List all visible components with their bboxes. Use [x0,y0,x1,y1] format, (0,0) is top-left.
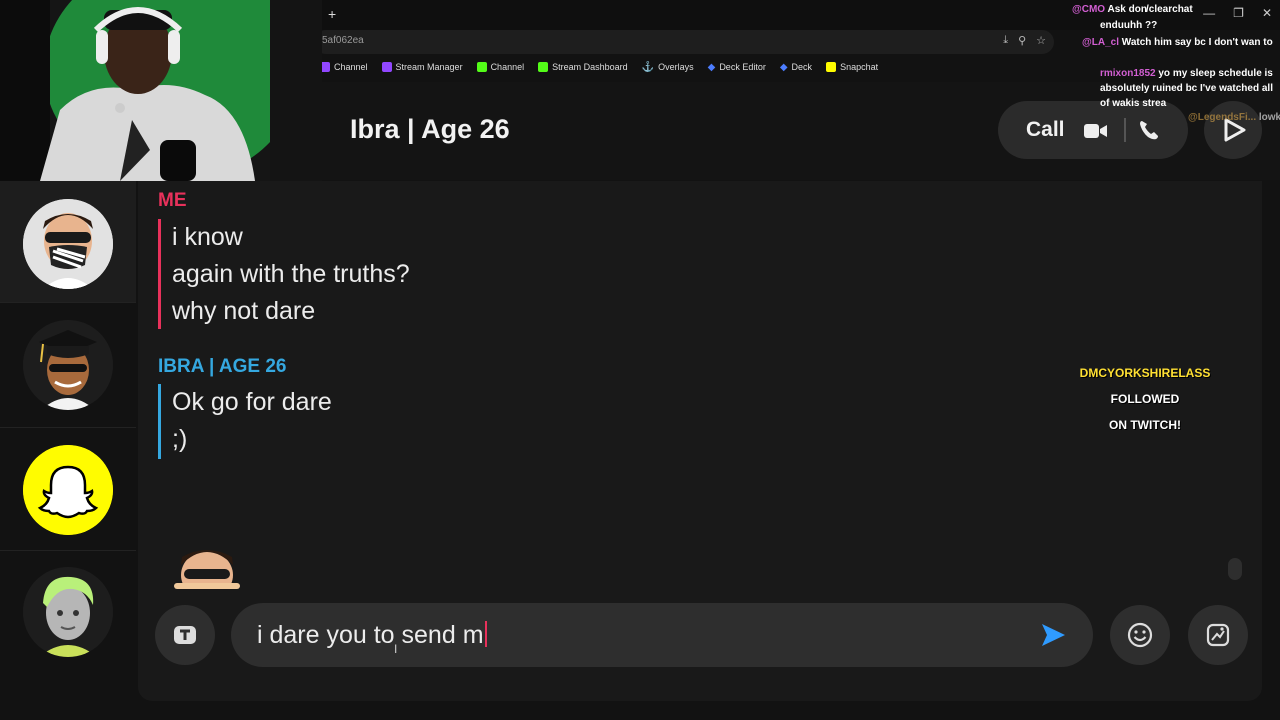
bookmark-stream-manager[interactable]: Stream Manager [381,62,463,72]
bookmark-snapchat[interactable]: Snapchat [826,62,878,72]
message-group-ibra: Ok go for dare ;) [158,384,332,459]
url-text[interactable]: 5af062ea [322,35,364,46]
bookmarks-bar: Channel Stream Manager Channel Stream Da… [314,56,878,78]
bitmoji-avatar [23,320,113,410]
sidebar-item-ibra[interactable] [0,306,136,428]
webcam-feed-image [0,0,322,181]
snapchat-icon [826,62,837,72]
stream-chat-line: /clearchat [1146,4,1193,15]
bitmoji-graduate-image [23,320,113,410]
bookmark-deck-editor[interactable]: ◆ Deck Editor [708,62,766,73]
stream-chat-user: @CMO [1072,4,1106,15]
send-icon[interactable] [1039,621,1067,649]
bookmark-stream-dashboard[interactable]: Stream Dashboard [538,62,628,72]
bitmoji-green-hair-image [23,567,113,657]
zoom-icon[interactable]: ⚲ [1018,34,1026,47]
deck-icon: ◆ [779,61,788,73]
bitmoji-masked-image [23,199,113,289]
chat-title: Ibra | Age 26 [350,114,510,144]
deck-icon: ◆ [707,61,716,73]
follow-alert-suffix: FOLLOWED [1110,392,1180,406]
bookmark-label: Overlays [658,62,694,72]
bookmark-label: Channel [334,62,368,72]
stream-chat-text: lowk it's f [1258,112,1280,123]
message-group-me: i know again with the truths? why not da… [158,219,410,329]
address-bar[interactable]: 5af062ea ⤓ ⚲ ☆ [314,30,1054,54]
bookmark-label: Stream Dashboard [552,62,628,72]
stream-chat-line: @LA_cl Watch him say bc I don't wan to [1082,36,1280,50]
bitmoji-avatar [23,567,113,657]
bookmark-label: Snapchat [840,62,879,72]
anchor-icon: ⚓ [641,61,655,73]
emoji-icon [1127,622,1153,648]
emoji-button[interactable] [1110,605,1170,665]
stream-chat-text: Ask don [1107,4,1147,15]
stream-chat-line: @LegendsFi... lowk it's f [1188,112,1280,123]
scrollbar-thumb[interactable] [1228,558,1242,580]
stream-chat-text: Watch him say bc I don't wan to [1121,37,1273,48]
friends-sidebar [0,181,136,676]
install-icon[interactable]: ⤓ [1003,34,1008,47]
sender-label-me: ME [158,190,187,211]
bookmark-overlays[interactable]: ⚓ Overlays [642,62,694,73]
chat-panel: ME i know again with the truths? why not… [138,181,1262,701]
snapchat-ghost-icon [23,445,113,535]
stream-chat-line: enduuhh ?? [1100,20,1157,31]
follow-alert-line2: ON TWITCH! [1109,418,1181,432]
follower-name: DMCYORKSHIRELASS [1079,366,1211,380]
text-tool-icon [174,626,196,644]
stream-chat-user: @LA_cl [1082,37,1119,48]
message-input-value: i dare you to send m [257,621,484,649]
sidebar-item-friend[interactable] [0,553,136,675]
chat-message[interactable]: i know [161,219,410,256]
bookmark-label: Channel [490,62,525,72]
bookmark-label: Deck [791,62,813,72]
stream-chat-overlay: @CMO Ask don /clearchat enduuhh ?? @LA_c… [1058,2,1280,132]
twitch-icon [381,62,392,72]
chat-message[interactable]: ;) [161,421,332,458]
bookmark-twitch-channel[interactable]: Channel [320,62,368,72]
stream-chat-text: /clearchat [1146,4,1193,15]
sticker-button[interactable] [1188,605,1248,665]
bookmark-kick-channel[interactable]: Channel [476,62,525,72]
kick-icon [538,62,549,72]
new-tab-button[interactable]: + [328,6,336,22]
follow-alert: DMCYORKSHIRELASS FOLLOWED ON TWITCH! [1050,360,1240,438]
typing-bitmoji-peek [174,550,240,589]
sidebar-item-me[interactable] [0,181,136,303]
text-caret [484,621,487,647]
snapchat-logo [23,445,113,535]
chat-message[interactable]: why not dare [161,293,410,330]
chat-message[interactable]: again with the truths? [161,256,410,293]
stream-chat-line: rmixon1852 yo my sleep schedule is absol… [1100,66,1280,111]
follow-alert-line1: DMCYORKSHIRELASS FOLLOWED [1050,360,1240,412]
stream-chat-text: enduuhh ?? [1100,20,1158,31]
bookmark-label: Deck Editor [719,62,766,72]
bookmark-label: Stream Manager [395,62,463,72]
text-cursor-icon: I [394,642,398,656]
bookmark-deck[interactable]: ◆ Deck [780,62,812,73]
streamer-webcam [0,0,322,181]
stream-chat-user: rmixon1852 [1100,68,1156,79]
kick-icon [476,62,487,72]
stream-chat-user: @LegendsFi... [1188,112,1257,123]
sidebar-item-snapchat[interactable] [0,429,136,551]
stream-chat-line: @CMO Ask don [1072,4,1147,15]
address-bar-icons: ⤓ ⚲ ☆ [1003,34,1046,47]
sticker-icon [1206,623,1230,647]
camera-button[interactable] [155,605,215,665]
chat-message[interactable]: Ok go for dare [161,384,332,421]
message-input[interactable]: i dare you to send m [231,603,1093,667]
bitmoji-avatar [23,199,113,289]
message-input-text[interactable]: i dare you to send m [257,621,487,650]
sender-label-ibra: IBRA | AGE 26 [158,356,287,377]
bookmark-star-icon[interactable]: ☆ [1036,34,1046,47]
